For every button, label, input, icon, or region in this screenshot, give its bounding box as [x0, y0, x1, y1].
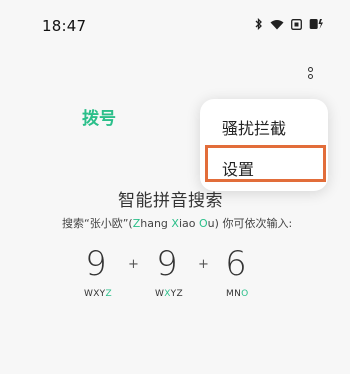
battery-icon: [309, 18, 324, 30]
key-letters: WXYZ: [155, 289, 183, 299]
screen-icon: [291, 18, 302, 30]
status-bar: 18:47: [0, 0, 350, 44]
bluetooth-icon: [255, 18, 263, 30]
plus-sign: +: [128, 257, 139, 272]
key-digit: 9: [156, 244, 178, 284]
key-digit: 6: [225, 244, 247, 284]
menu-item-label: 骚扰拦截: [222, 119, 287, 138]
settings-highlight-box: [205, 145, 326, 182]
smart-pinyin-description: 搜索“张小欧”(Zhang Xiao Ou) 你可依次输入:: [62, 217, 293, 230]
more-dot-icon: [307, 74, 313, 79]
key-letters: MNO: [226, 289, 249, 299]
more-options-button[interactable]: [300, 60, 320, 86]
status-time: 18:47: [42, 17, 87, 35]
smart-pinyin-title: 智能拼音搜索: [118, 191, 223, 211]
plus-sign: +: [198, 257, 209, 272]
tab-dial[interactable]: 拨号: [82, 104, 116, 129]
wifi-icon: [270, 19, 284, 30]
menu-item-harassment-block[interactable]: 骚扰拦截: [200, 105, 328, 145]
key-letters: WXYZ: [84, 289, 112, 299]
key-digit: 9: [85, 244, 107, 284]
status-icons: [255, 18, 324, 30]
more-dot-icon: [307, 67, 313, 72]
